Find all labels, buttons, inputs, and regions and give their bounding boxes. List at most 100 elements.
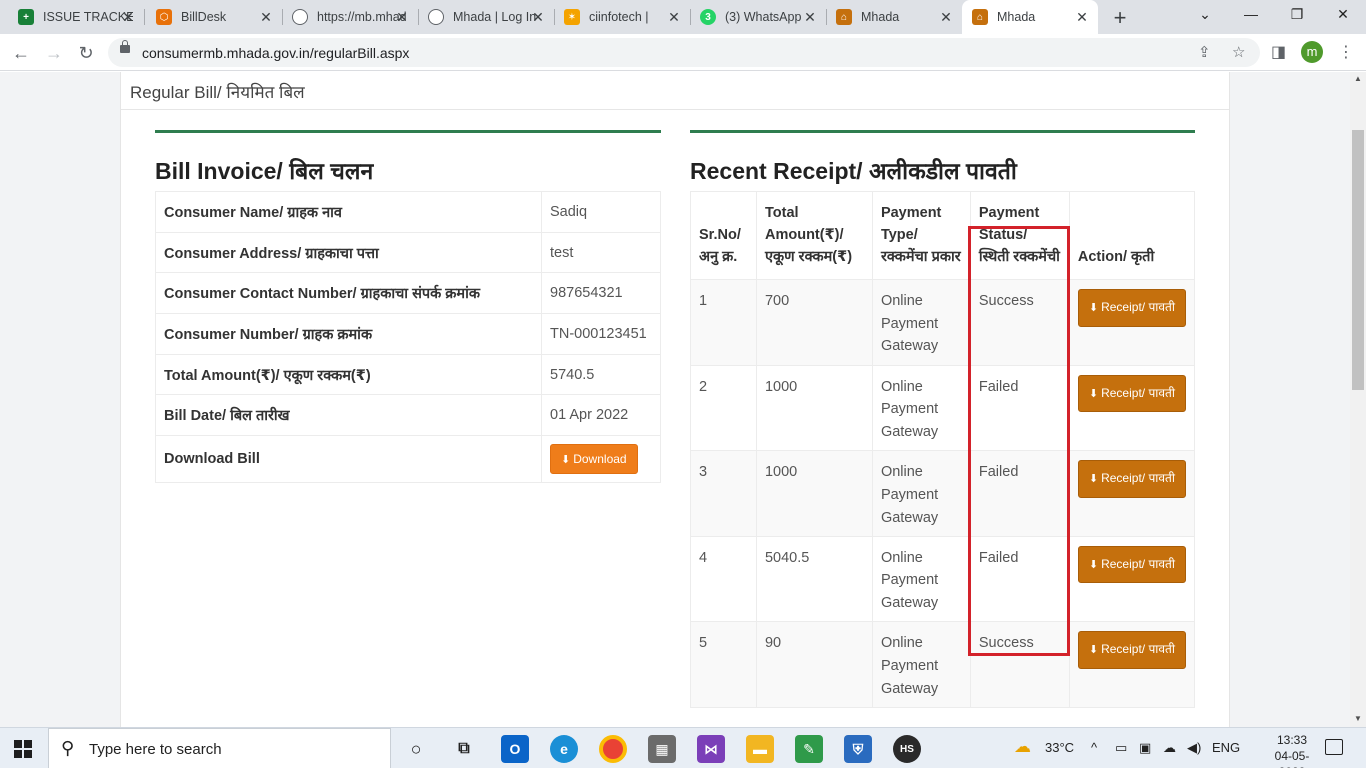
chrome-icon[interactable] — [599, 735, 627, 763]
calculator-icon[interactable]: ▦ — [648, 735, 676, 763]
meet-now-icon[interactable]: ▭ — [1115, 740, 1127, 756]
receipt-button[interactable]: ⬇ Receipt/ पावती — [1077, 374, 1186, 413]
tab-ciinfotech[interactable]: ✶ ciinfotech | ✕ — [554, 0, 691, 34]
page-viewport: Regular Bill/ नियमित बिल Bill Invoice/ ब… — [0, 72, 1350, 727]
tab-mb-mhada[interactable]: https://mb.mhada ✕ — [282, 0, 419, 34]
taskbar-clock[interactable]: 13:33 04-05-2022 — [1263, 732, 1321, 768]
cell-amount: 1000 — [755, 450, 873, 537]
volume-icon[interactable]: ◀) — [1187, 740, 1201, 756]
invoice-title: Bill Invoice/ बिल चलन — [155, 158, 374, 184]
invoice-row: Consumer Address/ ग्राहकाचा पत्ता test — [155, 231, 661, 274]
restore-button[interactable]: ❐ — [1274, 0, 1320, 30]
task-view-icon[interactable]: ⧉ — [450, 735, 478, 763]
minimize-button[interactable]: — — [1228, 0, 1274, 30]
page-scrollbar[interactable]: ▲ ▼ — [1350, 72, 1366, 727]
cell-srno: 1 — [690, 279, 757, 366]
col-action: Action/ कृती — [1068, 191, 1196, 280]
cell-type: Online Payment Gateway — [871, 621, 971, 708]
receipt-button[interactable]: ⬇ Receipt/ पावती — [1077, 289, 1186, 327]
close-window-button[interactable]: ✕ — [1320, 0, 1366, 30]
receipt-button[interactable]: ⬇ Receipt/ पावती — [1077, 460, 1186, 498]
edge-icon[interactable]: e — [550, 735, 578, 763]
col-payment-type: Payment Type/ रक्कमेंचा प्रकार — [871, 191, 971, 280]
windows-taskbar: ⚲ Type here to search ○ ⧉ O e ▦ ⋈ ▬ ✎ ⛨ … — [0, 727, 1366, 768]
tab-mhada-login[interactable]: Mhada | Log In ✕ — [418, 0, 555, 34]
close-icon[interactable]: ✕ — [802, 9, 818, 25]
billdesk-icon: ⬡ — [156, 9, 172, 25]
invoice-row: Consumer Contact Number/ ग्राहकाचा संपर्… — [155, 272, 661, 315]
browser-tab-strip: + ISSUE TRACKER ✕ ⬡ BillDesk ✕ https://m… — [0, 0, 1366, 34]
close-icon[interactable]: ✕ — [258, 9, 274, 25]
download-icon: ⬇ — [1088, 387, 1099, 400]
forward-arrow-icon[interactable]: → — [41, 40, 67, 66]
scrollbar-thumb[interactable] — [1352, 130, 1364, 390]
reload-icon[interactable]: ↻ — [73, 40, 99, 66]
input-language[interactable]: ENG — [1212, 740, 1240, 755]
file-explorer-icon[interactable]: ▬ — [746, 735, 774, 763]
tab-whatsapp[interactable]: 3 (3) WhatsApp ✕ — [690, 0, 827, 34]
tab-search-icon[interactable]: ⌄ — [1182, 0, 1228, 30]
share-icon[interactable]: ⇪ — [1198, 43, 1211, 61]
outlook-icon[interactable]: O — [501, 735, 529, 763]
notepad-icon[interactable]: ✎ — [795, 735, 823, 763]
cell-amount: 5040.5 — [755, 535, 873, 623]
cell-action: ⬇ Receipt/ पावती — [1068, 450, 1196, 537]
cell-action: ⬇ Receipt/ पावती — [1068, 621, 1196, 708]
new-tab-button[interactable]: + — [1108, 5, 1132, 31]
close-icon[interactable]: ✕ — [1074, 9, 1090, 25]
close-icon[interactable]: ✕ — [394, 9, 410, 25]
cortana-icon[interactable]: ○ — [402, 735, 430, 763]
close-icon[interactable]: ✕ — [530, 9, 546, 25]
back-arrow-icon[interactable]: ← — [8, 40, 34, 66]
lock-icon[interactable] — [120, 40, 130, 53]
weather-icon[interactable]: ☁ — [1014, 737, 1031, 757]
invoice-row: Consumer Number/ ग्राहक क्रमांक TN-00012… — [155, 313, 661, 355]
invoice-value: 01 Apr 2022 — [541, 394, 661, 437]
close-icon[interactable]: ✕ — [666, 9, 682, 25]
page-header: Regular Bill/ नियमित बिल — [121, 72, 1229, 110]
bookmark-star-icon[interactable]: ☆ — [1232, 43, 1245, 61]
tab-issue-tracker[interactable]: + ISSUE TRACKER ✕ — [8, 0, 145, 34]
cell-amount: 700 — [755, 279, 873, 366]
browser-toolbar: ← → ↻ consumermb.mhada.gov.in/regularBil… — [0, 34, 1366, 71]
tab-mhada-active[interactable]: ⌂ Mhada ✕ — [962, 0, 1098, 34]
cell-amount: 90 — [755, 621, 873, 708]
notification-icon[interactable] — [1325, 739, 1343, 755]
cell-type: Online Payment Gateway — [871, 279, 971, 366]
address-bar[interactable]: consumermb.mhada.gov.in/regularBill.aspx… — [108, 38, 1260, 67]
sheets-icon: + — [18, 9, 34, 25]
taskbar-search-box[interactable]: ⚲ Type here to search — [48, 728, 391, 768]
side-panel-icon[interactable]: ◨ — [1271, 42, 1286, 62]
receipt-button[interactable]: ⬇ Receipt/ पावती — [1077, 631, 1186, 670]
close-icon[interactable]: ✕ — [120, 9, 136, 25]
page-container: Regular Bill/ नियमित बिल Bill Invoice/ ब… — [120, 72, 1230, 727]
receipt-table: Sr.No/ अनु क्र. Total Amount(₹)/ एकूण रक… — [690, 191, 1196, 708]
close-icon[interactable]: ✕ — [938, 9, 954, 25]
chevron-up-icon[interactable]: ^ — [1091, 740, 1097, 755]
security-shield-icon[interactable]: ⛨ — [844, 735, 872, 763]
url-text[interactable]: consumermb.mhada.gov.in/regularBill.aspx — [142, 45, 409, 61]
invoice-label: Total Amount(₹)/ एकूण रक्कम(₹) — [155, 353, 542, 396]
hs-app-icon[interactable]: HS — [893, 735, 921, 763]
receipt-title: Recent Receipt/ अलीकडील पावती — [690, 158, 1017, 184]
profile-avatar[interactable]: m — [1301, 41, 1323, 63]
cell-action: ⬇ Receipt/ पावती — [1068, 364, 1196, 452]
download-button[interactable]: ⬇ Download — [550, 444, 638, 475]
scroll-down-arrow-icon[interactable]: ▼ — [1354, 714, 1362, 723]
windows-start-icon[interactable] — [14, 740, 32, 758]
tab-mhada[interactable]: ⌂ Mhada ✕ — [826, 0, 962, 34]
invoice-value: 5740.5 — [541, 353, 661, 396]
network-icon[interactable]: ▣ — [1139, 740, 1151, 756]
invoice-value: ⬇ Download — [541, 435, 661, 484]
cloud-icon[interactable]: ☁ — [1163, 740, 1176, 756]
download-icon: ⬇ — [1088, 644, 1099, 657]
invoice-value: 987654321 — [541, 272, 661, 315]
kebab-menu-icon[interactable]: ⋮ — [1338, 42, 1354, 62]
invoice-table: Consumer Name/ ग्राहक नाव Sadiq Consumer… — [155, 191, 661, 484]
tab-billdesk[interactable]: ⬡ BillDesk ✕ — [146, 0, 283, 34]
scroll-up-arrow-icon[interactable]: ▲ — [1354, 74, 1362, 83]
visual-studio-icon[interactable]: ⋈ — [697, 735, 725, 763]
receipt-button[interactable]: ⬇ Receipt/ पावती — [1077, 545, 1186, 584]
receipt-row: 3 1000 Online Payment Gateway Failed ⬇ Re… — [690, 450, 1196, 537]
weather-temperature[interactable]: 33°C — [1045, 740, 1074, 755]
